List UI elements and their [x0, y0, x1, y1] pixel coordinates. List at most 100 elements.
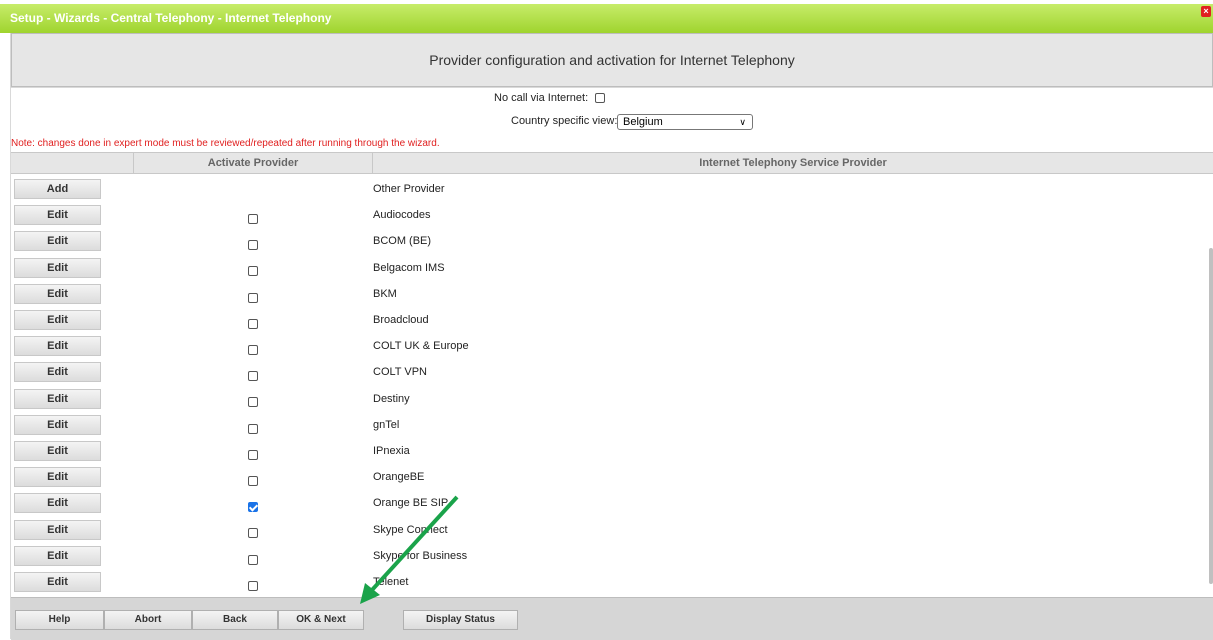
activate-provider-checkbox[interactable]	[248, 344, 258, 355]
activate-provider-checkbox[interactable]	[248, 292, 258, 303]
expert-mode-note: Note: changes done in expert mode must b…	[11, 138, 440, 149]
provider-name: COLT VPN	[373, 366, 427, 379]
back-button[interactable]: Back	[192, 610, 278, 630]
vertical-scrollbar[interactable]	[1209, 248, 1213, 584]
provider-name: gnTel	[373, 418, 400, 431]
header-empty-cell	[11, 153, 133, 173]
edit-provider-button[interactable]: Edit	[14, 441, 101, 461]
help-button[interactable]: Help	[15, 610, 104, 630]
window-title: Setup - Wizards - Central Telephony - In…	[10, 11, 332, 25]
edit-provider-button[interactable]: Edit	[14, 283, 101, 304]
activate-provider-cell	[248, 394, 258, 412]
header-service-provider: Internet Telephony Service Provider	[372, 153, 1213, 173]
activate-provider-checkbox[interactable]	[248, 580, 258, 591]
table-row: Edit Destiny	[11, 386, 1213, 412]
table-row: Edit Belgacom IMS	[11, 255, 1213, 281]
chevron-down-icon: ∨	[739, 117, 746, 127]
provider-name: Belgacom IMS	[373, 261, 445, 274]
table-row: Edit Orange BE SIP	[11, 490, 1213, 516]
edit-provider-button[interactable]: Edit	[14, 257, 101, 278]
header-activate-provider: Activate Provider	[133, 153, 372, 173]
activate-provider-checkbox[interactable]	[248, 397, 258, 408]
activate-provider-cell	[248, 367, 258, 385]
activate-provider-cell	[248, 263, 258, 281]
activate-provider-cell	[248, 236, 258, 254]
wizard-content: No call via Internet: Country specific v…	[11, 88, 1213, 597]
activate-provider-checkbox[interactable]	[248, 528, 258, 539]
activate-provider-cell	[248, 525, 258, 543]
activate-provider-checkbox[interactable]	[248, 449, 258, 460]
edit-provider-button[interactable]: Edit	[14, 572, 101, 592]
no-call-checkbox[interactable]	[595, 93, 606, 104]
provider-table-header: Activate Provider Internet Telephony Ser…	[11, 152, 1213, 174]
activate-provider-checkbox[interactable]	[248, 240, 258, 251]
provider-name: Broadcloud	[373, 314, 429, 326]
provider-name: Telenet	[373, 576, 409, 588]
table-row: Edit gnTel	[11, 412, 1213, 438]
edit-provider-button[interactable]: Edit	[14, 519, 101, 540]
edit-provider-button[interactable]: Edit	[14, 205, 101, 226]
activate-provider-checkbox[interactable]	[248, 554, 258, 565]
edit-provider-button[interactable]: Edit	[14, 362, 101, 383]
country-select-value: Belgium	[623, 116, 663, 128]
close-icon[interactable]: ×	[1201, 6, 1211, 17]
activate-provider-cell	[248, 315, 258, 333]
provider-name: Other Provider	[373, 183, 445, 195]
activate-provider-cell	[248, 289, 258, 307]
table-row: Edit IPnexia	[11, 438, 1213, 464]
activate-provider-checkbox[interactable]	[248, 423, 258, 434]
provider-name: Audiocodes	[373, 209, 431, 222]
table-row: Edit COLT UK & Europe	[11, 333, 1213, 359]
activate-provider-checkbox[interactable]	[248, 371, 258, 382]
edit-provider-button[interactable]: Edit	[14, 336, 101, 357]
ok-next-button[interactable]: OK & Next	[278, 610, 364, 630]
no-call-row: No call via Internet:	[494, 92, 606, 104]
table-row: Edit Skype Connect	[11, 517, 1213, 543]
table-row: Edit BCOM (BE)	[11, 228, 1213, 254]
activate-provider-checkbox[interactable]	[248, 266, 258, 277]
edit-provider-button[interactable]: Edit	[14, 493, 101, 514]
provider-name: OrangeBE	[373, 471, 425, 484]
activate-provider-checkbox[interactable]	[248, 502, 258, 513]
edit-provider-button[interactable]: Edit	[14, 388, 101, 409]
provider-name: BCOM (BE)	[373, 235, 432, 248]
table-row: Edit BKM	[11, 281, 1213, 307]
edit-provider-button[interactable]: Edit	[14, 467, 101, 488]
provider-name: IPnexia	[373, 445, 410, 457]
activate-provider-cell	[248, 341, 258, 359]
table-row: Add Other Provider	[11, 176, 1213, 202]
activate-provider-cell	[248, 472, 258, 490]
table-row: Edit Skype for Business	[11, 543, 1213, 569]
table-row: Edit Telenet	[11, 569, 1213, 595]
wizard-header: Provider configuration and activation fo…	[11, 33, 1213, 87]
activate-provider-cell	[248, 498, 258, 516]
wizard-footer: Help Abort Back OK & Next Display Status	[11, 597, 1213, 640]
abort-button[interactable]: Abort	[104, 610, 192, 630]
provider-name: Orange BE SIP	[373, 497, 449, 510]
activate-provider-checkbox[interactable]	[248, 475, 258, 486]
activate-provider-checkbox[interactable]	[248, 318, 258, 329]
activate-provider-checkbox[interactable]	[248, 213, 258, 224]
table-row: Edit Audiocodes	[11, 202, 1213, 228]
provider-name: BKM	[373, 287, 397, 300]
activate-provider-cell	[248, 551, 258, 569]
activate-provider-cell	[248, 446, 258, 464]
provider-name: Skype for Business	[373, 549, 468, 562]
edit-provider-button[interactable]: Edit	[14, 414, 101, 435]
provider-name: Destiny	[373, 392, 410, 405]
window-titlebar: Setup - Wizards - Central Telephony - In…	[0, 0, 1213, 33]
add-provider-button[interactable]: Add	[14, 179, 101, 199]
country-select[interactable]: Belgium ∨	[617, 114, 753, 130]
provider-name: COLT UK & Europe	[373, 340, 469, 353]
activate-provider-cell	[248, 420, 258, 438]
page-title: Provider configuration and activation fo…	[429, 52, 795, 68]
provider-name: Skype Connect	[373, 523, 448, 536]
edit-provider-button[interactable]: Edit	[14, 231, 101, 252]
activate-provider-cell	[248, 210, 258, 228]
display-status-button[interactable]: Display Status	[403, 610, 518, 630]
edit-provider-button[interactable]: Edit	[14, 545, 101, 566]
no-call-label: No call via Internet:	[494, 92, 589, 104]
edit-provider-button[interactable]: Edit	[14, 310, 101, 330]
country-label: Country specific view:	[511, 115, 618, 127]
table-row: Edit COLT VPN	[11, 359, 1213, 385]
